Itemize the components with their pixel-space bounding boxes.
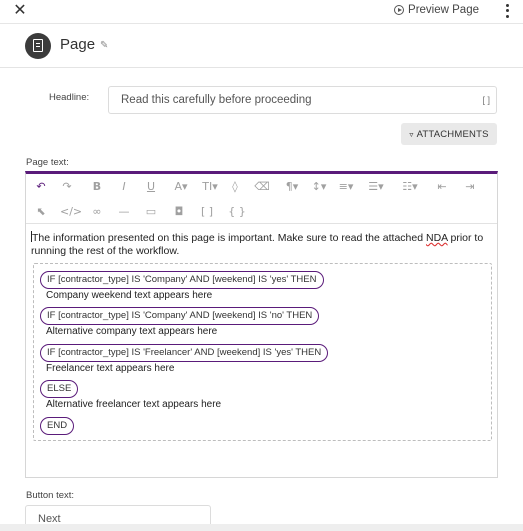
underline-icon[interactable]: U: [142, 180, 160, 194]
edit-title-icon[interactable]: ✎: [100, 41, 108, 51]
chevron-down-icon: ▿: [409, 129, 414, 139]
italic-icon[interactable]: I: [115, 180, 133, 194]
code-icon[interactable]: </>: [60, 205, 82, 219]
highlight-icon[interactable]: ◊: [226, 180, 244, 194]
select-icon[interactable]: ⬉: [32, 205, 50, 219]
bottom-scroll-strip: [0, 524, 523, 531]
page-type-icon: [25, 33, 51, 59]
editor-content[interactable]: The information presented on this page i…: [31, 231, 491, 258]
condition-text: Company weekend text appears here: [46, 290, 213, 301]
condition-braces-icon[interactable]: { }: [228, 205, 246, 219]
end-pill[interactable]: END: [40, 417, 75, 435]
condition-text: Freelancer text appears here: [46, 363, 175, 374]
headline-value: Read this carefully before proceeding: [121, 94, 312, 106]
ordered-list-icon[interactable]: ☰▾: [364, 180, 388, 194]
undo-icon[interactable]: ↶: [32, 180, 50, 194]
page-text-label: Page text:: [26, 157, 69, 168]
preview-page-button[interactable]: Preview Page: [394, 4, 479, 16]
variable-brackets-icon[interactable]: [ ]: [198, 205, 216, 219]
headline-input[interactable]: Read this carefully before proceeding [ …: [108, 86, 497, 114]
condition-text: Alternative company text appears here: [46, 326, 218, 337]
insert-variable-icon[interactable]: [ ]: [482, 87, 490, 113]
font-size-icon[interactable]: TI▾: [198, 180, 222, 194]
rich-text-editor[interactable]: ↶ ↷ B I U A▾ TI▾ ◊ ⌫ ¶▾ ↕▾ ≡▾ ☰▾ ☷▾ ⇤ ⇥ …: [25, 171, 498, 478]
link-icon[interactable]: ∞: [88, 205, 106, 219]
bold-icon[interactable]: B: [88, 180, 106, 194]
intro-text-nda: NDA: [425, 232, 448, 244]
image-icon[interactable]: ▭: [142, 205, 160, 219]
button-text-label: Button text:: [26, 490, 75, 501]
align-icon[interactable]: ≡▾: [335, 180, 357, 194]
page-title: Page: [60, 36, 96, 53]
line-height-icon[interactable]: ↕▾: [308, 180, 330, 194]
conditional-block[interactable]: IF [contractor_type] IS 'Company' AND [w…: [33, 263, 492, 441]
redo-icon[interactable]: ↷: [58, 180, 76, 194]
editor-toolbar: ↶ ↷ B I U A▾ TI▾ ◊ ⌫ ¶▾ ↕▾ ≡▾ ☰▾ ☷▾ ⇤ ⇥ …: [26, 174, 497, 224]
unordered-list-icon[interactable]: ☷▾: [398, 180, 422, 194]
else-pill[interactable]: ELSE: [40, 380, 79, 398]
preview-page-label: Preview Page: [408, 4, 479, 16]
indent-icon[interactable]: ⇥: [461, 180, 479, 194]
condition-pill[interactable]: IF [contractor_type] IS 'Company' AND [w…: [40, 271, 324, 289]
clear-format-icon[interactable]: ⌫: [253, 180, 271, 194]
condition-pill[interactable]: IF [contractor_type] IS 'Freelancer' AND…: [40, 344, 329, 362]
play-circle-icon: [394, 5, 405, 15]
condition-pill[interactable]: IF [contractor_type] IS 'Company' AND [w…: [40, 307, 320, 325]
intro-text-part1: The information presented on this page i…: [32, 232, 426, 244]
more-options-icon[interactable]: [504, 3, 510, 19]
camera-icon[interactable]: ◘: [170, 205, 188, 219]
outdent-icon[interactable]: ⇤: [433, 180, 451, 194]
attachments-label: ATTACHMENTS: [416, 128, 489, 140]
close-icon[interactable]: ✕: [12, 3, 28, 19]
headline-label: Headline:: [49, 92, 90, 103]
page-header: Page ✎: [0, 24, 523, 68]
attachments-button[interactable]: ▿ ATTACHMENTS: [401, 123, 497, 145]
font-color-icon[interactable]: A▾: [170, 180, 192, 194]
horizontal-rule-icon[interactable]: —: [115, 205, 133, 219]
paragraph-icon[interactable]: ¶▾: [281, 180, 303, 194]
condition-text: Alternative freelancer text appears here: [46, 399, 222, 410]
top-bar: ✕ Preview Page: [0, 0, 523, 24]
